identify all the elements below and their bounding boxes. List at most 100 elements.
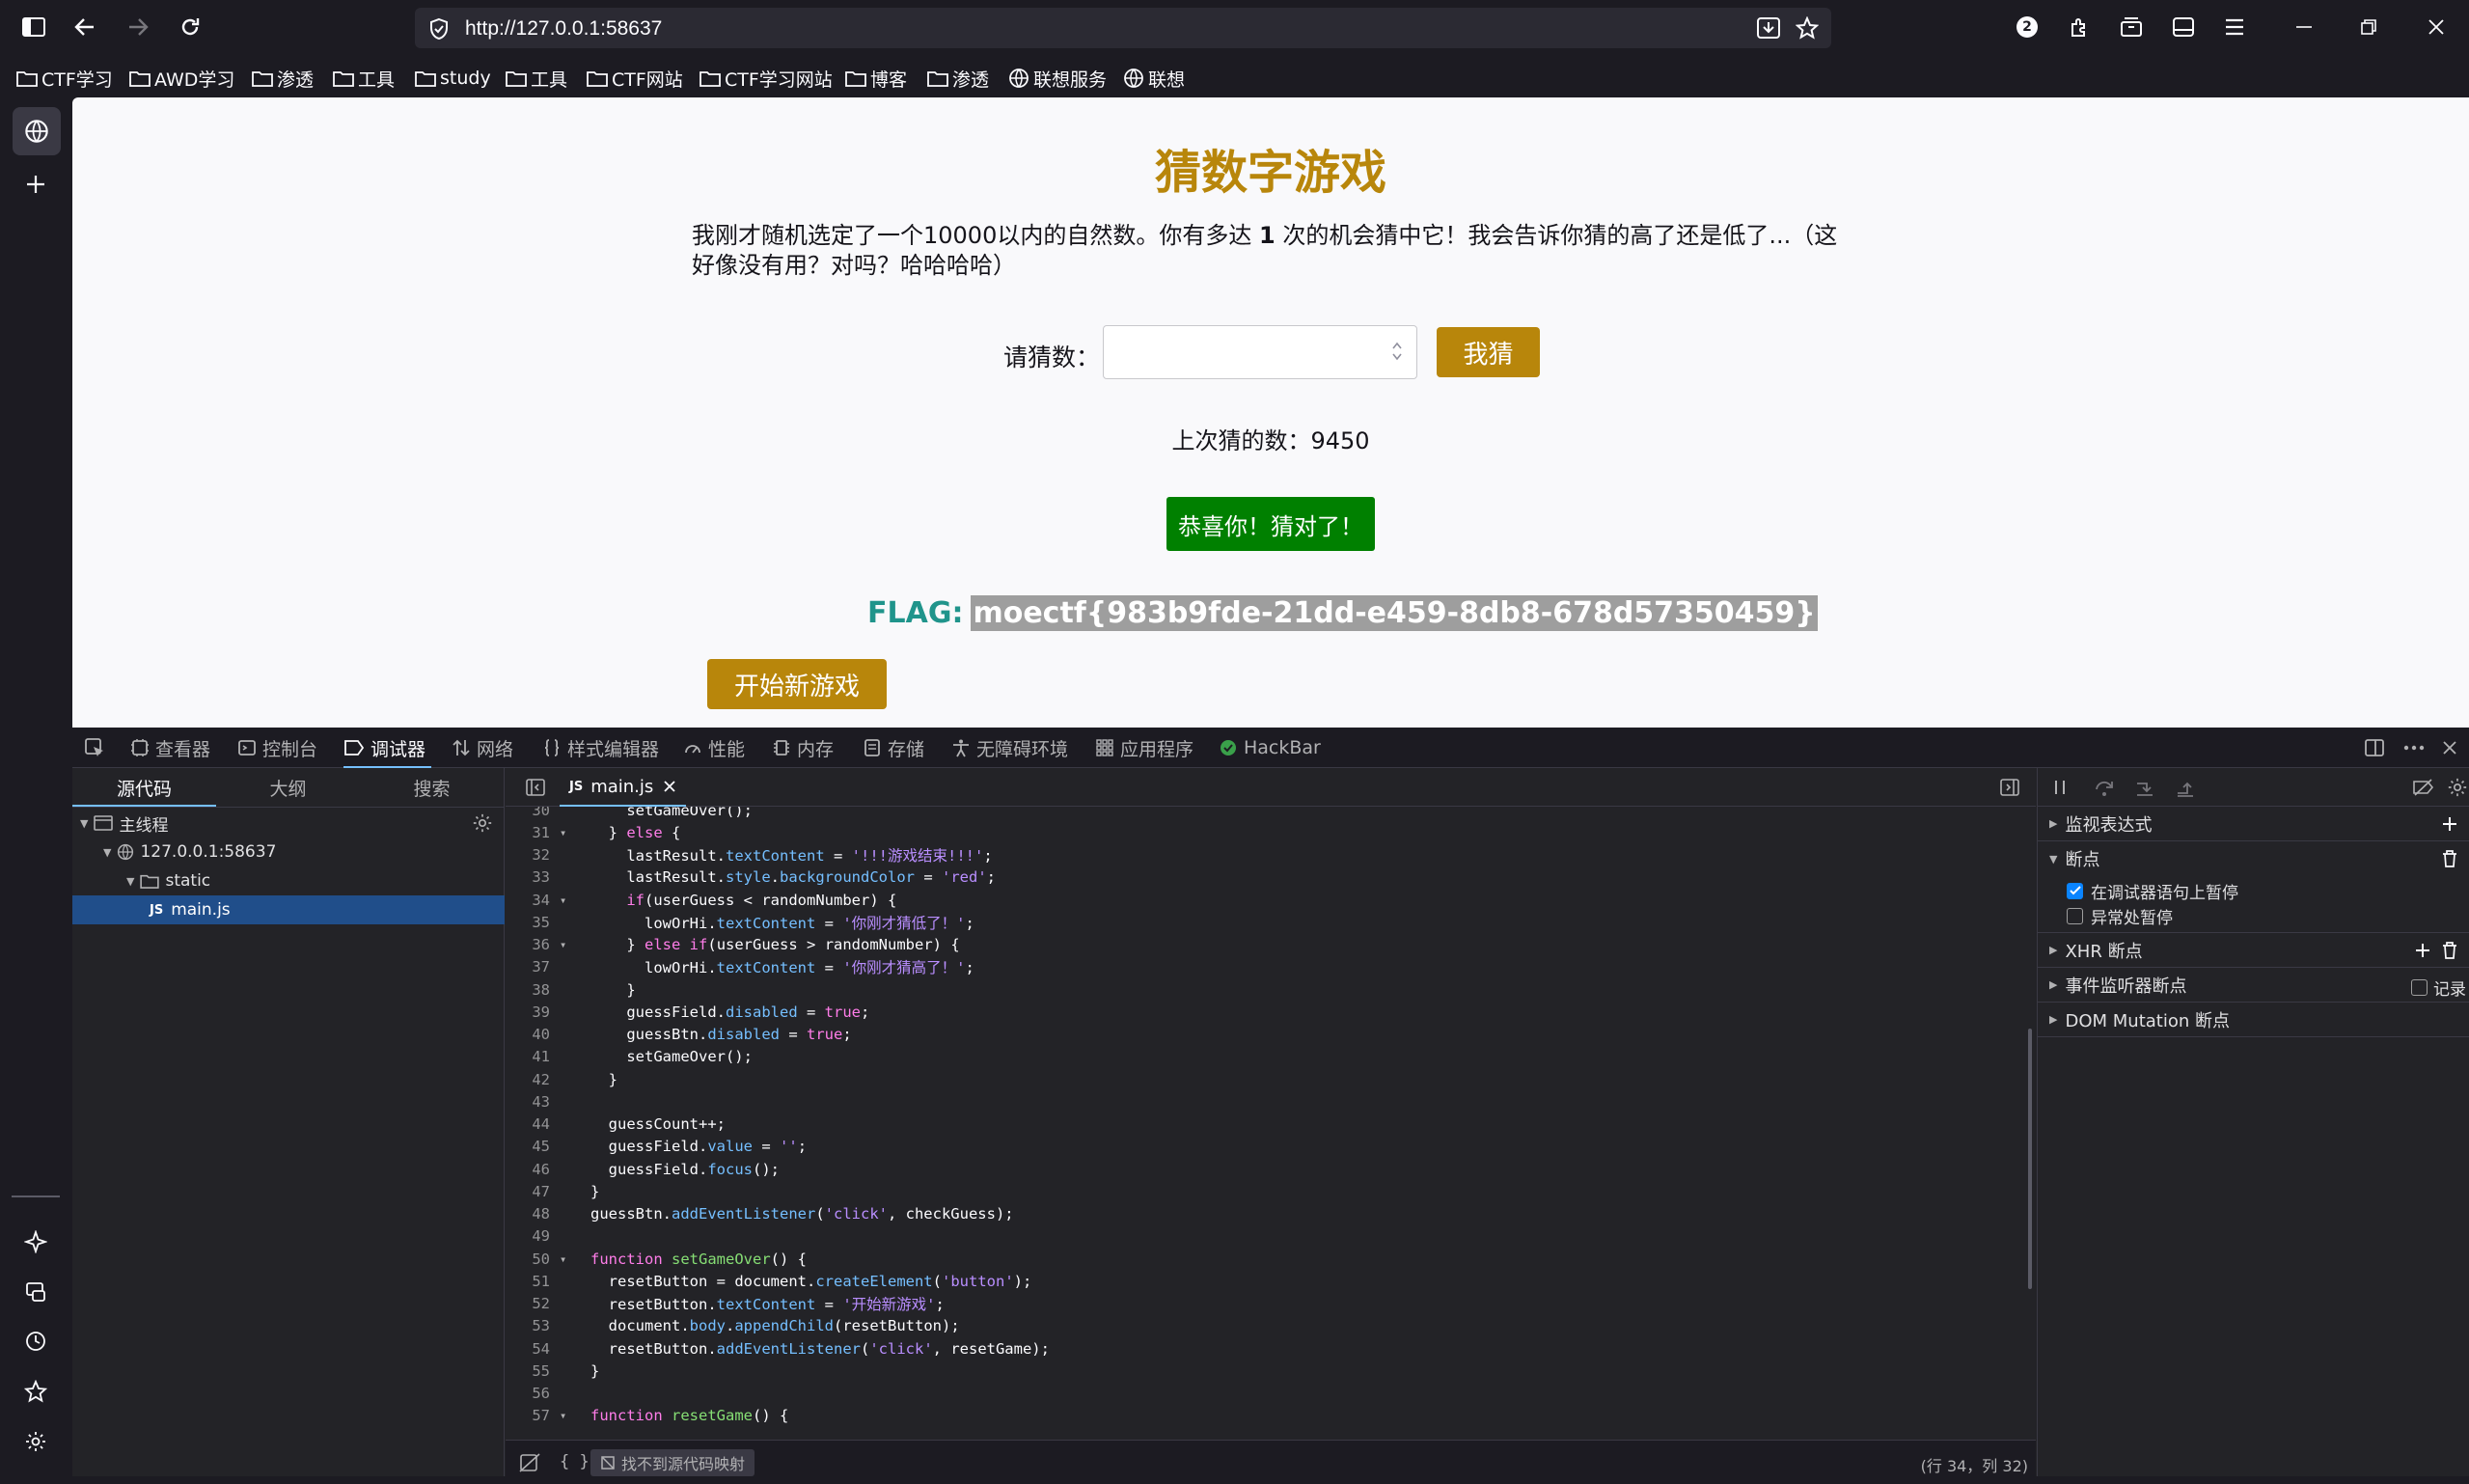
more-options-icon[interactable] — [2403, 728, 2430, 768]
line-number[interactable]: 45 — [506, 1138, 554, 1155]
download-page-icon[interactable] — [1756, 16, 1781, 40]
guess-input[interactable] — [1103, 325, 1417, 379]
line-number[interactable]: 51 — [506, 1273, 554, 1290]
line-number[interactable]: 53 — [506, 1317, 554, 1334]
bookmark-folder[interactable]: CTF网站 — [587, 66, 683, 91]
bookmark-folder[interactable]: CTF学习网站 — [700, 66, 833, 91]
pause-exception-checkbox[interactable] — [2067, 907, 2083, 924]
fold-toggle-icon[interactable]: ▾ — [560, 1409, 571, 1422]
tab-storage[interactable]: 存储 — [863, 728, 924, 768]
code-line[interactable]: 31 ▾ } else { — [506, 821, 2030, 843]
shield-icon[interactable] — [428, 17, 450, 41]
pause-on-debugger-option[interactable]: 在调试器语句上暂停 — [2067, 878, 2238, 903]
line-number[interactable]: 48 — [506, 1205, 554, 1223]
guess-button[interactable]: 我猜 — [1437, 327, 1540, 377]
line-number[interactable]: 32 — [506, 846, 554, 864]
settings-gear-icon[interactable] — [2447, 777, 2468, 798]
code-line[interactable]: 48 guessBtn.addEventListener('click', che… — [506, 1203, 2030, 1225]
line-number[interactable]: 40 — [506, 1026, 554, 1043]
flag-value[interactable]: moectf{983b9fde-21dd-e459-8db8-678d57350… — [971, 594, 1818, 631]
url-bar[interactable]: http://127.0.0.1:58637 — [415, 8, 1831, 48]
bookmark-folder[interactable]: 博客 — [845, 66, 907, 91]
code-line[interactable]: 46 guessField.focus(); — [506, 1158, 2030, 1180]
line-number[interactable]: 49 — [506, 1227, 554, 1245]
new-game-button[interactable]: 开始新游戏 — [707, 659, 887, 709]
toggle-sources-icon[interactable] — [525, 778, 546, 797]
deactivate-breakpoints-icon[interactable] — [2412, 778, 2435, 797]
line-number[interactable]: 35 — [506, 914, 554, 931]
code-line[interactable]: 54 resetButton.addEventListener('click',… — [506, 1337, 2030, 1360]
line-number[interactable]: 38 — [506, 981, 554, 999]
code-line[interactable]: 49 — [506, 1225, 2030, 1248]
bookmark-folder[interactable]: 工具 — [333, 66, 395, 91]
code-line[interactable]: 47} — [506, 1180, 2030, 1202]
code-line[interactable]: 37 lowOrHi.textContent = '你刚才猜高了！'; — [506, 956, 2030, 978]
pause-on-exception-option[interactable]: 异常处暂停 — [2067, 903, 2173, 928]
code-line[interactable]: 51 resetButton = document.createElement(… — [506, 1270, 2030, 1292]
history-icon[interactable] — [24, 1330, 47, 1353]
tab-performance[interactable]: 性能 — [683, 728, 745, 768]
line-number[interactable]: 34 — [506, 892, 554, 909]
step-over-icon[interactable] — [2094, 778, 2115, 797]
code-line[interactable]: 56 — [506, 1383, 2030, 1405]
bookmark-link[interactable]: 联想 — [1123, 66, 1185, 91]
number-spinner-icon[interactable] — [1391, 340, 1403, 363]
line-number[interactable]: 46 — [506, 1161, 554, 1178]
fold-toggle-icon[interactable]: ▾ — [560, 1252, 571, 1266]
code-line[interactable]: 50 ▾ function setGameOver() { — [506, 1248, 2030, 1270]
menu-icon[interactable] — [2221, 14, 2248, 41]
reload-icon[interactable] — [177, 14, 204, 41]
line-number[interactable]: 55 — [506, 1362, 554, 1380]
dom-mutation-breakpoints-header[interactable]: ▶ DOM Mutation 断点 — [2038, 1003, 2469, 1037]
element-picker-icon[interactable] — [84, 728, 111, 768]
line-number[interactable]: 43 — [506, 1093, 554, 1111]
tab-sources[interactable]: 源代码 — [72, 768, 216, 807]
line-number[interactable]: 30 — [506, 807, 554, 819]
tree-thread[interactable]: ▼ 主线程 — [72, 809, 505, 838]
tab-application[interactable]: 应用程序 — [1095, 728, 1193, 768]
new-tab-plus-icon[interactable] — [23, 172, 48, 197]
code-line[interactable]: 44 guessCount++; — [506, 1113, 2030, 1136]
bookmark-link[interactable]: 联想服务 — [1008, 66, 1107, 91]
tab-outline[interactable]: 大纲 — [216, 768, 360, 807]
bookmarks-star-icon[interactable] — [24, 1380, 47, 1403]
fold-toggle-icon[interactable]: ▾ — [560, 826, 571, 839]
code-line[interactable]: 40 guessBtn.disabled = true; — [506, 1024, 2030, 1046]
add-watch-plus-icon[interactable] — [2441, 815, 2458, 833]
editor-tab-main-js[interactable]: JS main.js — [560, 768, 687, 807]
source-map-status[interactable]: 找不到源代码映射 — [590, 1449, 755, 1476]
code-view[interactable]: 30 setGameOver(); 31 ▾ } else {32 lastResu… — [506, 807, 2036, 1440]
settings-gear-icon[interactable] — [24, 1430, 47, 1453]
blackbox-icon[interactable] — [519, 1453, 540, 1472]
line-number[interactable]: 42 — [506, 1071, 554, 1088]
record-checkbox[interactable] — [2411, 979, 2428, 996]
code-line[interactable]: 42 } — [506, 1068, 2030, 1090]
tab-hackbar[interactable]: HackBar — [1219, 728, 1321, 768]
line-number[interactable]: 44 — [506, 1115, 554, 1133]
bookmark-folder[interactable]: CTF学习 — [16, 66, 113, 91]
code-line[interactable]: 41 setGameOver(); — [506, 1046, 2030, 1068]
synced-tabs-icon[interactable] — [24, 1280, 47, 1304]
trash-icon[interactable] — [2441, 849, 2458, 868]
code-line[interactable]: 53 document.body.appendChild(resetButton… — [506, 1315, 2030, 1337]
step-out-icon[interactable] — [2175, 778, 2196, 797]
tab-search[interactable]: 搜索 — [360, 768, 504, 807]
code-line[interactable]: 55} — [506, 1360, 2030, 1382]
ai-chat-icon[interactable] — [24, 1230, 47, 1253]
forward-icon[interactable] — [124, 14, 151, 41]
tree-folder[interactable]: ▼ static — [72, 866, 505, 895]
toggle-right-panel-icon[interactable] — [1999, 778, 2020, 797]
containers-icon[interactable] — [2118, 14, 2145, 41]
bookmark-folder[interactable]: 渗透 — [927, 66, 989, 91]
bookmark-star-icon[interactable] — [1796, 16, 1819, 40]
tab-inspector[interactable]: 查看器 — [130, 728, 210, 768]
record-option[interactable]: 记录 — [2411, 976, 2466, 1000]
code-line[interactable]: 36 ▾ } else if(userGuess > randomNumber) … — [506, 934, 2030, 956]
watch-expressions-header[interactable]: ▶ 监视表达式 — [2038, 807, 2469, 841]
line-number[interactable]: 39 — [506, 1003, 554, 1021]
step-in-icon[interactable] — [2134, 778, 2155, 797]
line-number[interactable]: 31 — [506, 824, 554, 841]
restore-icon[interactable] — [2355, 14, 2382, 41]
sidebar-toggle-icon[interactable] — [20, 14, 47, 41]
code-line[interactable]: 39 guessField.disabled = true; — [506, 1001, 2030, 1023]
